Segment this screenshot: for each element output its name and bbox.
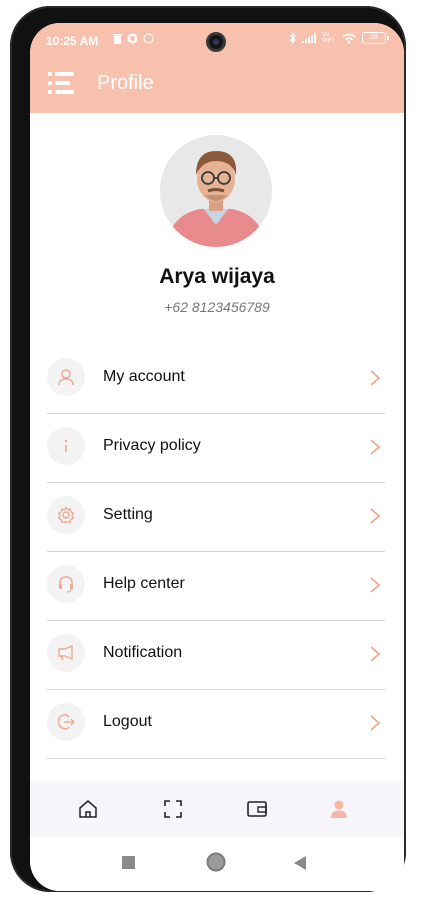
bottom-nav	[30, 781, 404, 837]
gear-icon	[57, 506, 75, 524]
avatar-photo	[160, 135, 272, 247]
menu-item-help-center[interactable]: Help center	[47, 552, 385, 621]
menu-item-icon-bg	[47, 427, 85, 465]
chevron-right-icon	[370, 370, 381, 386]
menu-item-privacy-policy[interactable]: Privacy policy	[47, 414, 385, 483]
whatsapp-icon	[127, 33, 138, 44]
menu-item-label: Setting	[103, 506, 153, 523]
profile-name: Arya wijaya	[159, 265, 275, 288]
chevron-right-icon	[370, 577, 381, 593]
chevron-right-icon	[370, 715, 381, 731]
menu-item-label: Privacy policy	[103, 437, 201, 454]
status-time: 10:25 AM	[46, 34, 99, 48]
recents-icon[interactable]	[122, 856, 135, 869]
user-icon	[58, 369, 74, 386]
vowifi-label: Vo WiFi	[322, 32, 334, 44]
screen: 10:25 AM Vo WiFi 28 Profile Arya wijaya …	[30, 23, 404, 891]
menu-item-icon-bg	[47, 565, 85, 603]
wifi-icon	[342, 33, 356, 43]
menu-item-my-account[interactable]: My account	[47, 345, 385, 414]
app-header: 10:25 AM Vo WiFi 28 Profile	[30, 23, 404, 113]
menu-item-icon-bg	[47, 703, 85, 741]
status-notification-icons	[113, 33, 154, 44]
logout-icon	[57, 714, 75, 730]
data-icon	[143, 33, 154, 44]
menu-item-logout[interactable]: Logout	[47, 690, 385, 759]
menu-item-label: Help center	[103, 575, 185, 592]
menu-item-icon-bg	[47, 496, 85, 534]
menu-item-label: My account	[103, 368, 185, 385]
trash-icon	[113, 33, 122, 44]
page-title: Profile	[97, 72, 154, 94]
menu-item-setting[interactable]: Setting	[47, 483, 385, 552]
menu-item-notification[interactable]: Notification	[47, 621, 385, 690]
headset-icon	[59, 576, 73, 593]
signal-icon	[302, 33, 316, 43]
status-system-icons: Vo WiFi 28	[289, 32, 389, 44]
menu-item-label: Logout	[103, 713, 152, 730]
battery-icon: 28	[362, 32, 389, 44]
menu-icon[interactable]	[48, 71, 74, 95]
chevron-right-icon	[370, 439, 381, 455]
system-nav-bar	[30, 837, 404, 891]
home-circle-icon[interactable]	[206, 852, 226, 872]
wallet-icon[interactable]	[246, 798, 268, 820]
phone-frame: 10:25 AM Vo WiFi 28 Profile Arya wijaya …	[10, 6, 406, 892]
bluetooth-icon	[289, 32, 296, 44]
status-bar: 10:25 AM Vo WiFi 28	[30, 23, 404, 59]
megaphone-icon	[58, 644, 73, 661]
scan-icon[interactable]	[162, 798, 184, 820]
profile-menu: My account Privacy policy Setting Help c…	[47, 345, 385, 759]
chevron-right-icon	[370, 646, 381, 662]
front-camera	[206, 32, 226, 52]
back-icon[interactable]	[294, 856, 306, 870]
avatar	[160, 135, 272, 247]
menu-item-label: Notification	[103, 644, 183, 661]
info-icon	[64, 439, 68, 452]
menu-item-icon-bg	[47, 634, 85, 672]
chevron-right-icon	[370, 508, 381, 524]
home-icon[interactable]	[77, 798, 99, 820]
menu-item-icon-bg	[47, 358, 85, 396]
profile-phone: +62 8123456789	[164, 299, 270, 315]
profile-icon[interactable]	[328, 798, 350, 820]
